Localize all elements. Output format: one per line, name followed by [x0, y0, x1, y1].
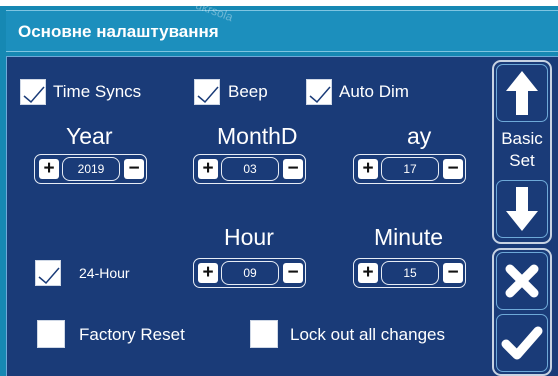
year-decrement-button[interactable]: −: [124, 159, 144, 179]
year-spinner: + 2019 −: [34, 154, 147, 184]
month-label: MonthD: [217, 123, 298, 149]
year-increment-button[interactable]: +: [39, 159, 59, 179]
basic-set-label-1: Basic: [501, 129, 543, 148]
minute-decrement-button[interactable]: −: [443, 263, 463, 283]
time-syncs-label: Time Syncs: [53, 82, 142, 101]
day-increment-button[interactable]: +: [358, 159, 378, 179]
side-controls: Basic Set: [492, 60, 558, 376]
lock-out-label: Lock out all changes: [290, 325, 445, 344]
minute-increment-button[interactable]: +: [358, 263, 378, 283]
factory-reset-checkbox[interactable]: [37, 320, 65, 348]
time-syncs-checkbox[interactable]: [20, 79, 46, 105]
24-hour-checkbox[interactable]: [35, 260, 61, 286]
year-value[interactable]: 2019: [62, 157, 120, 181]
beep-label: Beep: [228, 82, 268, 101]
checkmark-icon: [38, 267, 60, 285]
month-value[interactable]: 03: [221, 157, 279, 181]
arrow-up-icon: [506, 71, 538, 115]
hour-increment-button[interactable]: +: [198, 263, 218, 283]
page-title: Основне налаштування: [18, 22, 219, 41]
minute-label: Minute: [374, 224, 444, 250]
page-navigation-group: Basic Set: [492, 60, 552, 244]
hour-decrement-button[interactable]: −: [283, 263, 303, 283]
header-bar: Основне налаштування: [6, 10, 558, 52]
auto-dim-label: Auto Dim: [339, 82, 409, 101]
page-down-button[interactable]: [496, 180, 548, 238]
arrow-down-icon: [506, 187, 538, 231]
page-up-button[interactable]: [496, 64, 548, 122]
checkmark-icon: [501, 326, 543, 360]
checkmark-icon: [23, 86, 45, 104]
day-value[interactable]: 17: [381, 157, 439, 181]
day-decrement-button[interactable]: −: [443, 159, 463, 179]
minute-spinner: + 15 −: [353, 258, 466, 288]
lock-out-checkbox[interactable]: [250, 320, 278, 348]
basic-set-label-2: Set: [509, 151, 535, 170]
month-increment-button[interactable]: +: [198, 159, 218, 179]
day-spinner: + 17 −: [353, 154, 466, 184]
hour-value[interactable]: 09: [221, 261, 279, 285]
factory-reset-label: Factory Reset: [79, 325, 185, 344]
24-hour-label: 24-Hour: [79, 265, 130, 281]
top-strip: [0, 0, 558, 6]
action-group: [492, 248, 552, 376]
settings-screen: Основне налаштування Time Syncs Beep Aut…: [0, 0, 558, 376]
minute-value[interactable]: 15: [381, 261, 439, 285]
year-label: Year: [66, 123, 113, 149]
close-icon: [505, 264, 539, 298]
settings-panel: Time Syncs Beep Auto Dim Year MonthD ay …: [6, 56, 558, 376]
hour-spinner: + 09 −: [193, 258, 306, 288]
beep-checkbox[interactable]: [194, 79, 220, 105]
checkmark-icon: [197, 86, 219, 104]
day-label: ay: [407, 123, 432, 149]
auto-dim-checkbox[interactable]: [306, 79, 332, 105]
month-spinner: + 03 −: [193, 154, 306, 184]
hour-label: Hour: [224, 224, 274, 250]
cancel-button[interactable]: [496, 252, 548, 310]
month-decrement-button[interactable]: −: [283, 159, 303, 179]
checkmark-icon: [309, 86, 331, 104]
confirm-button[interactable]: [496, 314, 548, 372]
